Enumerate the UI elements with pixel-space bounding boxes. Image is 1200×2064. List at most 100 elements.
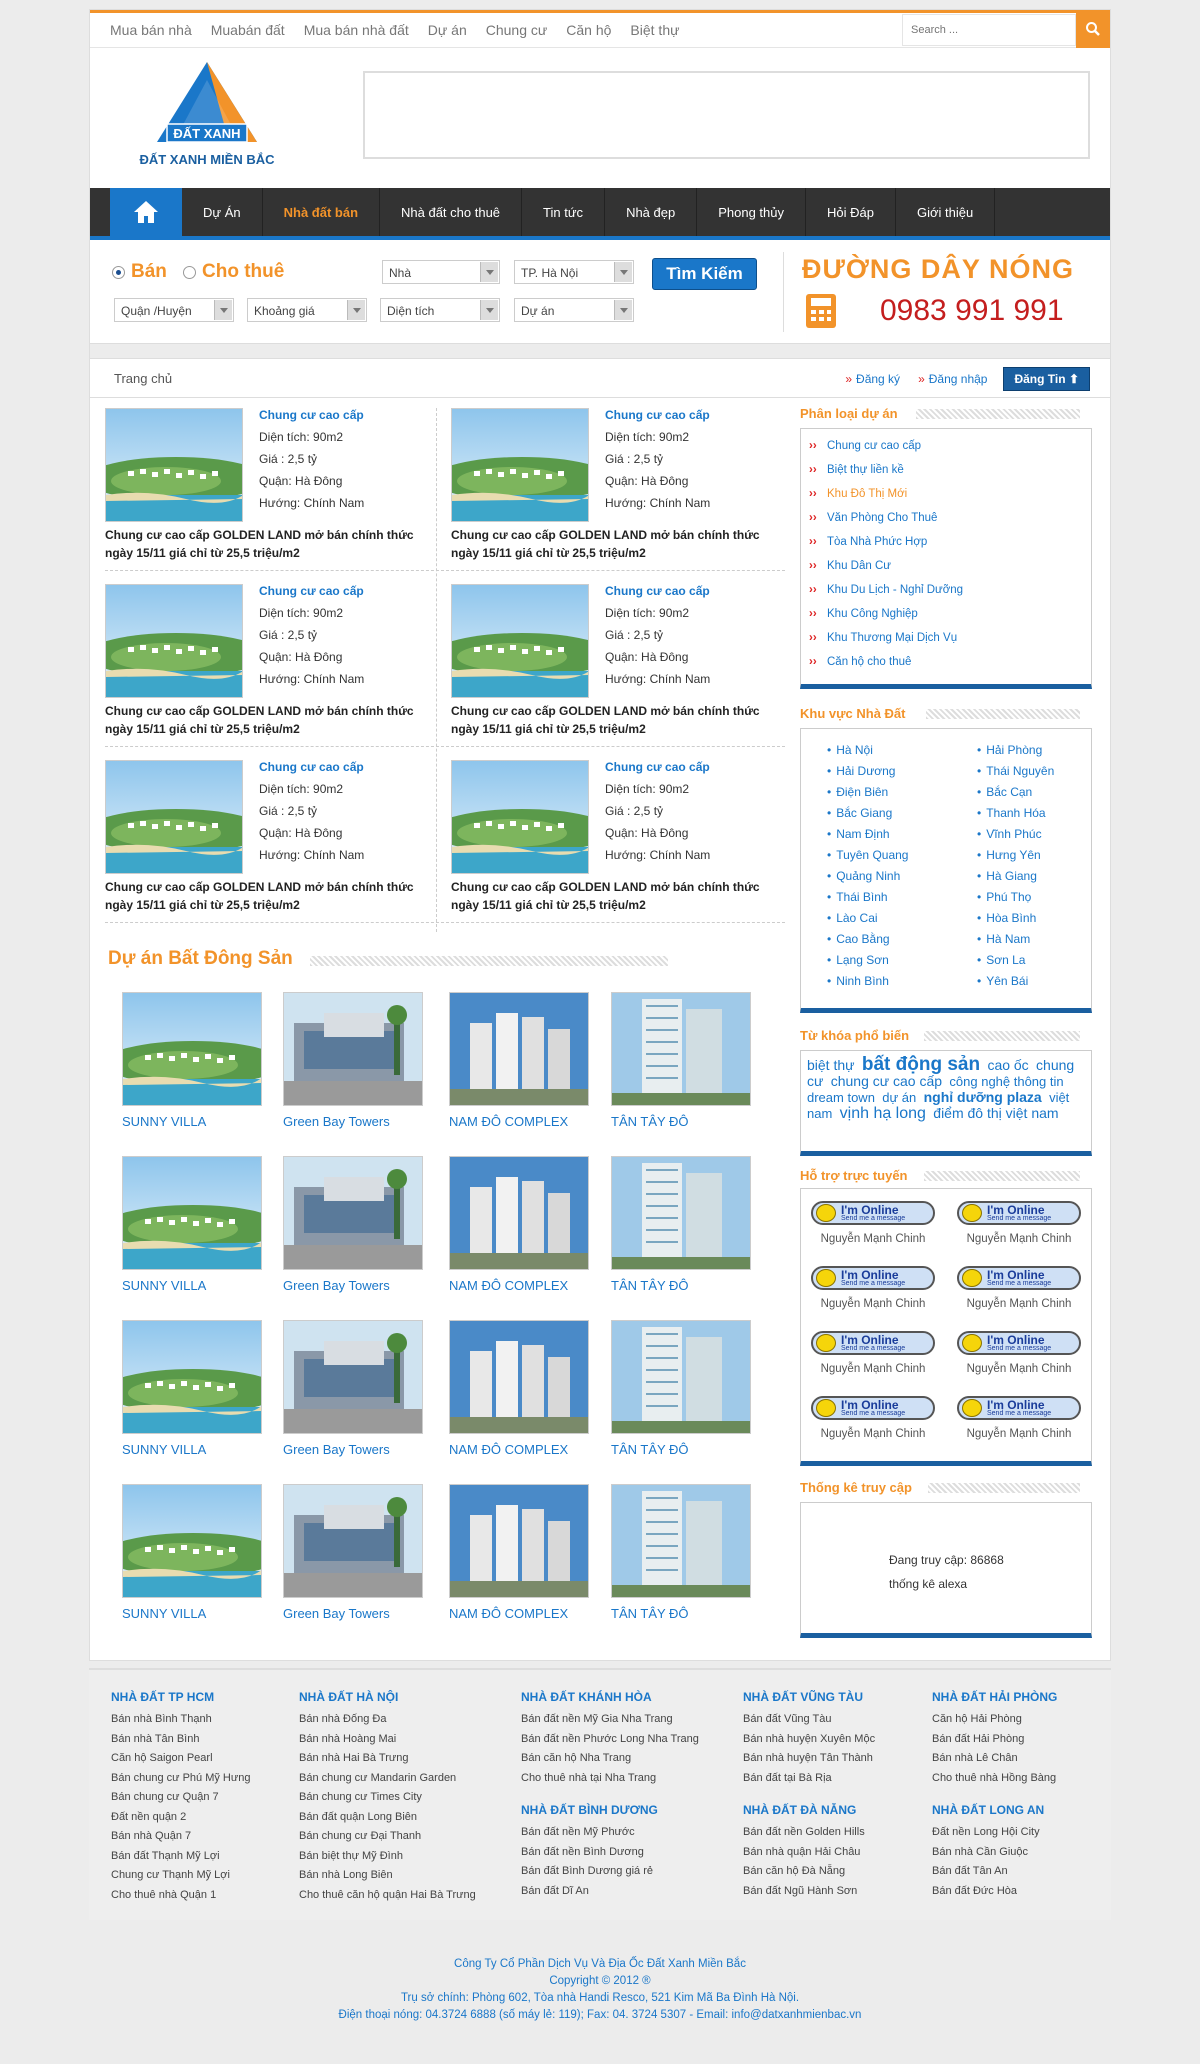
- region-link[interactable]: Lạng Sơn: [827, 953, 889, 967]
- project-image[interactable]: [449, 992, 589, 1106]
- tag-link[interactable]: vịnh hạ long: [840, 1105, 926, 1122]
- project-image[interactable]: [611, 1484, 751, 1598]
- nav-nha-dat-ban[interactable]: Nhà đất bán: [263, 188, 381, 236]
- nav-hoi-dap[interactable]: Hỏi Đáp: [806, 188, 896, 236]
- listing-title[interactable]: Chung cư cao cấp GOLDEN LAND mở bán chín…: [105, 878, 435, 914]
- listing-category[interactable]: Chung cư cao cấp: [605, 760, 710, 774]
- region-link[interactable]: Hưng Yên: [977, 848, 1041, 862]
- nav-phong-thuy[interactable]: Phong thủy: [697, 188, 806, 236]
- footer-link[interactable]: Bán đất nền Mỹ Phước: [521, 1823, 658, 1843]
- listing-title[interactable]: Chung cư cao cấp GOLDEN LAND mở bán chín…: [451, 526, 781, 562]
- online-status-badge[interactable]: I'm Online Send me a message: [811, 1266, 935, 1290]
- project-card[interactable]: NAM ĐÔ COMPLEX: [449, 1484, 591, 1621]
- tag-link[interactable]: công nghệ thông tin: [949, 1074, 1063, 1089]
- footer-link[interactable]: Chung cư Thạnh Mỹ Lợi: [111, 1866, 250, 1886]
- footer-link[interactable]: Bán đất Bình Dương giá rẻ: [521, 1862, 658, 1882]
- listing-title[interactable]: Chung cư cao cấp GOLDEN LAND mở bán chín…: [105, 702, 435, 738]
- support-contact[interactable]: I'm Online Send me a message Nguyễn Mạnh C…: [809, 1266, 937, 1310]
- footer-link[interactable]: Bán đất Thạnh Mỹ Lợi: [111, 1847, 250, 1867]
- breadcrumb-home[interactable]: Trang chủ: [114, 371, 172, 386]
- category-link[interactable]: Căn hộ cho thuê: [801, 650, 1091, 674]
- topnav-link[interactable]: Căn hộ: [566, 22, 611, 38]
- project-name[interactable]: TÂN TÂY ĐÔ: [611, 1114, 753, 1129]
- online-status-badge[interactable]: I'm Online Send me a message: [811, 1331, 935, 1355]
- footer-link[interactable]: Bán nhà Long Biên: [299, 1866, 476, 1886]
- category-link[interactable]: Khu Đô Thị Mới: [801, 482, 1091, 506]
- region-link[interactable]: Hà Nội: [827, 743, 873, 757]
- region-link[interactable]: Thanh Hóa: [977, 806, 1045, 820]
- category-link[interactable]: Khu Dân Cư: [801, 554, 1091, 578]
- footer-link[interactable]: Cho thuê căn hộ quận Hai Bà Trưng: [299, 1886, 476, 1906]
- listing-card[interactable]: Chung cư cao cấp Diện tích: 90m2 Giá : 2,5…: [105, 584, 435, 754]
- listing-thumbnail[interactable]: [105, 760, 243, 874]
- topnav-link[interactable]: Dự án: [428, 22, 467, 38]
- footer-link[interactable]: Bán nhà Hoàng Mai: [299, 1730, 476, 1750]
- listing-card[interactable]: Chung cư cao cấp Diện tích: 90m2 Giá : 2,5…: [105, 408, 435, 578]
- footer-link[interactable]: Cho thuê nhà Quận 1: [111, 1886, 250, 1906]
- project-card[interactable]: TÂN TÂY ĐÔ: [611, 1484, 753, 1621]
- region-link[interactable]: Lào Cai: [827, 911, 877, 925]
- project-image[interactable]: [283, 1484, 423, 1598]
- footer-link[interactable]: Bán đất nền Mỹ Gia Nha Trang: [521, 1710, 699, 1730]
- footer-link[interactable]: Bán chung cư Phú Mỹ Hưng: [111, 1769, 250, 1789]
- project-name[interactable]: SUNNY VILLA: [122, 1606, 264, 1621]
- project-image[interactable]: [122, 1156, 262, 1270]
- category-link[interactable]: Tòa Nhà Phức Hợp: [801, 530, 1091, 554]
- region-link[interactable]: Nam Định: [827, 827, 889, 841]
- login-link[interactable]: Đăng nhập: [918, 372, 988, 386]
- project-card[interactable]: NAM ĐÔ COMPLEX: [449, 1156, 591, 1293]
- project-image[interactable]: [449, 1156, 589, 1270]
- support-contact[interactable]: I'm Online Send me a message Nguyễn Mạnh C…: [809, 1331, 937, 1375]
- project-image[interactable]: [611, 1320, 751, 1434]
- footer-link[interactable]: Bán nhà Cần Giuộc: [932, 1843, 1044, 1863]
- footer-link[interactable]: Bán đất Vũng Tàu: [743, 1710, 875, 1730]
- footer-link[interactable]: Bán đất Hải Phòng: [932, 1730, 1057, 1750]
- footer-link[interactable]: Bán nhà Bình Thạnh: [111, 1710, 250, 1730]
- region-link[interactable]: Quảng Ninh: [827, 869, 900, 883]
- region-link[interactable]: Hà Giang: [977, 869, 1037, 883]
- region-link[interactable]: Vĩnh Phúc: [977, 827, 1041, 841]
- topnav-link[interactable]: Mua bán nhà: [110, 22, 192, 38]
- category-link[interactable]: Khu Công Nghiệp: [801, 602, 1091, 626]
- stats-alexa-link[interactable]: thống kê alexa: [889, 1577, 967, 1591]
- radio-sale[interactable]: Bán: [112, 261, 167, 283]
- register-link[interactable]: Đăng ký: [845, 372, 900, 386]
- listing-card[interactable]: Chung cư cao cấp Diện tích: 90m2 Giá : 2,5…: [451, 584, 781, 754]
- project-name[interactable]: SUNNY VILLA: [122, 1442, 264, 1457]
- footer-link[interactable]: Bán đất Dĩ An: [521, 1882, 658, 1902]
- project-name[interactable]: TÂN TÂY ĐÔ: [611, 1606, 753, 1621]
- area-select[interactable]: Diện tích: [380, 298, 500, 322]
- project-card[interactable]: SUNNY VILLA: [122, 1484, 264, 1621]
- type-select[interactable]: Nhà: [382, 260, 500, 284]
- region-link[interactable]: Phú Thọ: [977, 890, 1031, 904]
- project-image[interactable]: [122, 1484, 262, 1598]
- project-card[interactable]: SUNNY VILLA: [122, 992, 264, 1129]
- footer-link[interactable]: Bán đất nền Bình Dương: [521, 1843, 658, 1863]
- footer-link[interactable]: Bán nhà huyện Tân Thành: [743, 1749, 875, 1769]
- footer-link[interactable]: Bán đất nền Phước Long Nha Trang: [521, 1730, 699, 1750]
- listing-thumbnail[interactable]: [451, 584, 589, 698]
- footer-link[interactable]: Bán căn hộ Nha Trang: [521, 1749, 699, 1769]
- project-card[interactable]: NAM ĐÔ COMPLEX: [449, 1320, 591, 1457]
- region-link[interactable]: Thái Bình: [827, 890, 887, 904]
- footer-link[interactable]: Bán đất nền Golden Hills: [743, 1823, 865, 1843]
- listing-card[interactable]: Chung cư cao cấp Diện tích: 90m2 Giá : 2,5…: [451, 408, 781, 578]
- project-name[interactable]: NAM ĐÔ COMPLEX: [449, 1442, 591, 1457]
- project-name[interactable]: TÂN TÂY ĐÔ: [611, 1442, 753, 1457]
- project-name[interactable]: TÂN TÂY ĐÔ: [611, 1278, 753, 1293]
- project-card[interactable]: Green Bay Towers: [283, 1484, 425, 1621]
- region-link[interactable]: Hải Phòng: [977, 743, 1042, 757]
- listing-category[interactable]: Chung cư cao cấp: [605, 584, 710, 598]
- project-image[interactable]: [449, 1484, 589, 1598]
- region-link[interactable]: Cao Bằng: [827, 932, 889, 946]
- project-select[interactable]: Dự án: [514, 298, 634, 322]
- project-image[interactable]: [611, 1156, 751, 1270]
- listing-category[interactable]: Chung cư cao cấp: [259, 408, 364, 422]
- footer-link[interactable]: Bán đất Đức Hòa: [932, 1882, 1044, 1902]
- region-link[interactable]: Điện Biên: [827, 785, 888, 799]
- footer-link[interactable]: Đất nền Long Hội City: [932, 1823, 1044, 1843]
- district-select[interactable]: Quận /Huyện: [114, 298, 234, 322]
- project-card[interactable]: Green Bay Towers: [283, 1156, 425, 1293]
- footer-link[interactable]: Bán biệt thự Mỹ Đình: [299, 1847, 476, 1867]
- footer-link[interactable]: Bán nhà quận Hải Châu: [743, 1843, 865, 1863]
